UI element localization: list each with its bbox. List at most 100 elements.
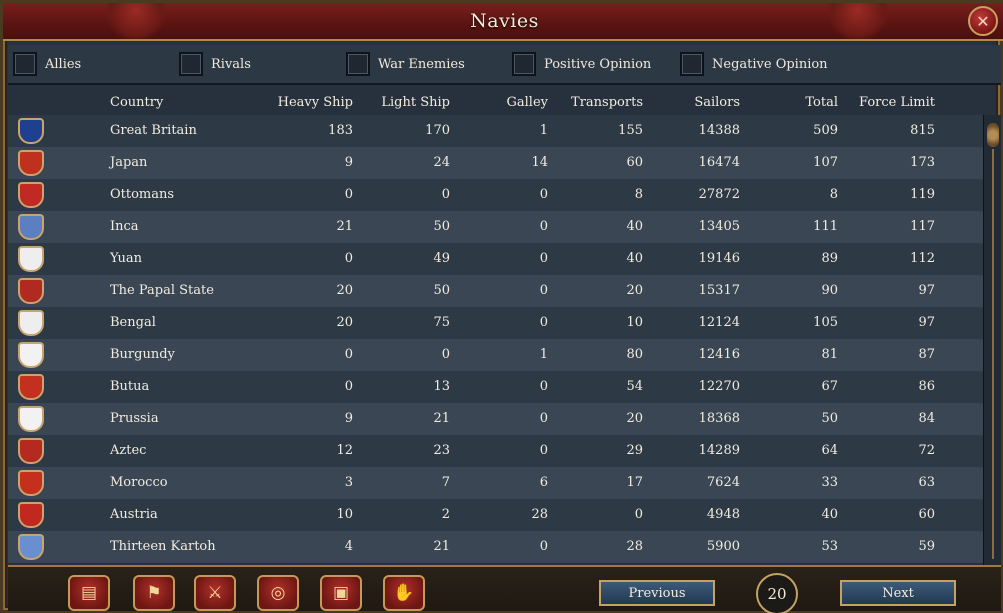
previous-button[interactable]: Previous — [599, 580, 715, 606]
cell-total: 90 — [821, 283, 838, 298]
cell-country[interactable]: Prussia — [110, 411, 260, 426]
cell-country[interactable]: Bengal — [110, 315, 260, 330]
scroll-track[interactable] — [992, 149, 994, 559]
filter-negative-opinion-checkbox[interactable] — [680, 52, 704, 76]
cell-total: 33 — [821, 475, 838, 490]
flag-icon: ⚑ — [146, 583, 162, 603]
country-flag-icon[interactable] — [18, 438, 44, 464]
cell-country[interactable]: Yuan — [110, 251, 260, 266]
header-galley[interactable]: Galley — [478, 95, 549, 110]
cell-transports: 29 — [626, 443, 643, 458]
military-button[interactable]: ⚔ — [194, 575, 236, 611]
next-button[interactable]: Next — [840, 580, 956, 606]
header-force-limit[interactable]: Force Limit — [848, 95, 935, 110]
table-row[interactable]: Butua 0 13 0 54 12270 67 86 — [8, 371, 983, 403]
cell-sailors: 12416 — [698, 347, 740, 362]
cell-heavy-ship: 0 — [344, 251, 353, 266]
header-transports[interactable]: Transports — [558, 95, 643, 110]
cell-country[interactable]: Burgundy — [110, 347, 260, 362]
country-flag-icon[interactable] — [18, 118, 44, 144]
cell-country[interactable]: The Papal State — [110, 283, 260, 298]
country-flag-icon[interactable] — [18, 310, 44, 336]
table-header: Country Heavy Ship Light Ship Galley Tra… — [8, 89, 983, 115]
table-row[interactable]: Aztec 12 23 0 29 14289 64 72 — [8, 435, 983, 467]
cell-transports: 0 — [634, 507, 643, 522]
diplomacy-button[interactable]: ✋ — [383, 575, 425, 611]
filter-positive-opinion-checkbox[interactable] — [512, 52, 536, 76]
coins-icon: ◎ — [270, 583, 286, 603]
scrollbar[interactable] — [983, 115, 1001, 571]
country-flag-icon[interactable] — [18, 374, 44, 400]
table-row[interactable]: Great Britain 183 170 1 155 14388 509 815 — [8, 115, 983, 147]
header-light-ship[interactable]: Light Ship — [358, 95, 450, 110]
cell-light-ship: 0 — [441, 187, 450, 202]
cell-country[interactable]: Austria — [110, 507, 260, 522]
flag-button[interactable]: ⚑ — [133, 575, 175, 611]
country-flag-icon[interactable] — [18, 342, 44, 368]
filter-war-enemies[interactable]: War Enemies — [346, 52, 465, 76]
cell-sailors: 13405 — [698, 219, 740, 234]
cell-force-limit: 97 — [918, 283, 935, 298]
country-flag-icon[interactable] — [18, 278, 44, 304]
header-heavy-ship[interactable]: Heavy Ship — [258, 95, 353, 110]
cell-country[interactable]: Morocco — [110, 475, 260, 490]
filter-allies-checkbox[interactable] — [13, 52, 37, 76]
close-button[interactable]: ✕ — [968, 6, 998, 36]
filter-rivals-checkbox[interactable] — [179, 52, 203, 76]
cell-light-ship: 7 — [441, 475, 450, 490]
table-row[interactable]: Yuan 0 49 0 40 19146 89 112 — [8, 243, 983, 275]
country-flag-icon[interactable] — [18, 470, 44, 496]
cell-transports: 60 — [626, 155, 643, 170]
cell-force-limit: 63 — [918, 475, 935, 490]
country-flag-icon[interactable] — [18, 502, 44, 528]
country-flag-icon[interactable] — [18, 406, 44, 432]
ledger-button[interactable]: ▤ — [68, 575, 110, 611]
cell-force-limit: 86 — [918, 379, 935, 394]
cell-light-ship: 24 — [433, 155, 450, 170]
scroll-thumb[interactable] — [987, 123, 999, 147]
filter-positive-opinion[interactable]: Positive Opinion — [512, 52, 651, 76]
country-flag-icon[interactable] — [18, 214, 44, 240]
country-flag-icon[interactable] — [18, 182, 44, 208]
cell-country[interactable]: Ottomans — [110, 187, 260, 202]
header-sailors[interactable]: Sailors — [658, 95, 740, 110]
cell-heavy-ship: 3 — [344, 475, 353, 490]
header-total[interactable]: Total — [768, 95, 838, 110]
bottom-bar: ▤ ⚑ ⚔ ◎ ▣ ✋ Previous 20 Next — [8, 565, 1001, 613]
table-row[interactable]: Bengal 20 75 0 10 12124 105 97 — [8, 307, 983, 339]
filter-rivals[interactable]: Rivals — [179, 52, 251, 76]
country-flag-icon[interactable] — [18, 246, 44, 272]
table-row[interactable]: Prussia 9 21 0 20 18368 50 84 — [8, 403, 983, 435]
cell-transports: 40 — [626, 219, 643, 234]
cell-country[interactable]: Butua — [110, 379, 260, 394]
filter-war-enemies-checkbox[interactable] — [346, 52, 370, 76]
table-row[interactable]: Austria 10 2 28 0 4948 40 60 — [8, 499, 983, 531]
table-row[interactable]: Thirteen Kartoh 4 21 0 28 5900 53 59 — [8, 531, 983, 563]
table-row[interactable]: Japan 9 24 14 60 16474 107 173 — [8, 147, 983, 179]
country-flag-icon[interactable] — [18, 150, 44, 176]
trade-button[interactable]: ▣ — [320, 575, 362, 611]
page-count: 20 — [756, 573, 798, 613]
cell-galley: 0 — [539, 443, 548, 458]
header-country[interactable]: Country — [110, 95, 163, 110]
table-row[interactable]: Inca 21 50 0 40 13405 111 117 — [8, 211, 983, 243]
cell-country[interactable]: Aztec — [110, 443, 260, 458]
filter-allies[interactable]: Allies — [13, 52, 81, 76]
cell-sailors: 14289 — [698, 443, 740, 458]
cell-country[interactable]: Japan — [110, 155, 260, 170]
cell-country[interactable]: Great Britain — [110, 123, 260, 138]
economy-button[interactable]: ◎ — [257, 575, 299, 611]
filter-negative-opinion[interactable]: Negative Opinion — [680, 52, 828, 76]
cell-heavy-ship: 0 — [344, 347, 353, 362]
cell-sailors: 15317 — [698, 283, 740, 298]
table-row[interactable]: Ottomans 0 0 0 8 27872 8 119 — [8, 179, 983, 211]
country-flag-icon[interactable] — [18, 534, 44, 560]
cell-total: 67 — [821, 379, 838, 394]
table-row[interactable]: Burgundy 0 0 1 80 12416 81 87 — [8, 339, 983, 371]
filter-label: Negative Opinion — [712, 56, 828, 72]
table-row[interactable]: Morocco 3 7 6 17 7624 33 63 — [8, 467, 983, 499]
cell-galley: 1 — [539, 123, 548, 138]
cell-country[interactable]: Thirteen Kartoh — [110, 539, 260, 554]
cell-country[interactable]: Inca — [110, 219, 260, 234]
table-row[interactable]: The Papal State 20 50 0 20 15317 90 97 — [8, 275, 983, 307]
